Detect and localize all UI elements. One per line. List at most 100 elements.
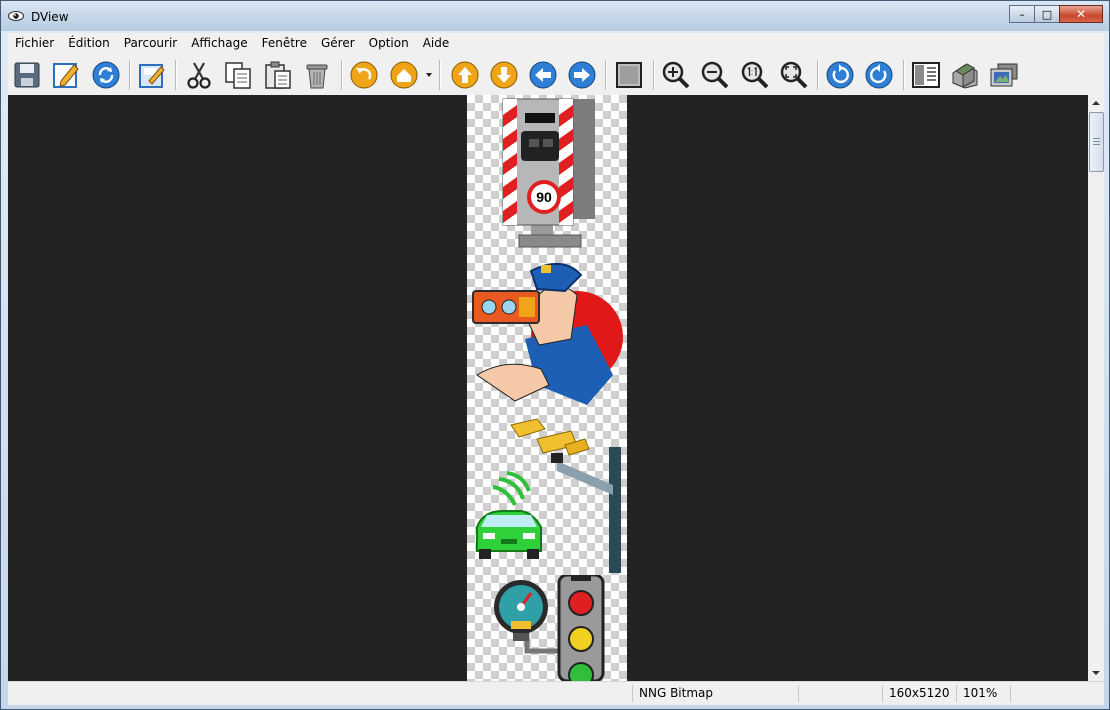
speedometer-traffic-light-image: [494, 575, 605, 681]
vertical-scrollbar[interactable]: [1088, 95, 1104, 681]
menu-bar: Fichier Édition Parcourir Affichage Fenê…: [8, 33, 1104, 54]
next-button[interactable]: [566, 59, 598, 91]
toolbar-separator: [175, 60, 177, 90]
status-spacer: [798, 685, 882, 702]
left-arrow-icon: [529, 61, 557, 89]
scroll-down-button[interactable]: [1088, 665, 1104, 681]
maximize-icon: □: [1041, 7, 1053, 21]
down-button[interactable]: [488, 59, 520, 91]
panel-button[interactable]: [910, 59, 942, 91]
rotate-right-button[interactable]: [863, 59, 895, 91]
window-controls: – □ ✕: [1009, 5, 1103, 23]
delete-button[interactable]: [301, 59, 333, 91]
toolbar-separator: [129, 60, 131, 90]
image-stack-icon: [952, 63, 978, 89]
minimize-button[interactable]: –: [1009, 5, 1035, 23]
scroll-up-icon: [1092, 101, 1100, 105]
grip-line: [1093, 138, 1100, 139]
menu-edition[interactable]: Édition: [61, 33, 117, 54]
menu-aide[interactable]: Aide: [416, 33, 457, 54]
fullscreen-button[interactable]: [613, 59, 645, 91]
copy-button[interactable]: [222, 59, 254, 91]
grip-line: [1093, 144, 1100, 145]
menu-affichage[interactable]: Affichage: [184, 33, 254, 54]
save-icon: [14, 62, 40, 88]
image-viewport[interactable]: 90: [8, 95, 1088, 681]
edit-button[interactable]: [50, 59, 82, 91]
status-zoom: 101%: [956, 685, 1010, 702]
maximize-button[interactable]: □: [1034, 5, 1060, 23]
status-dimensions: 160x5120: [882, 685, 956, 702]
app-window: DView – □ ✕ Fichier Édition Parcourir Af…: [0, 0, 1110, 710]
cut-button[interactable]: [183, 59, 215, 91]
stack-button[interactable]: [949, 59, 981, 91]
paste-button[interactable]: [262, 59, 294, 91]
status-bar: NNG Bitmap 160x5120 101%: [8, 681, 1104, 705]
down-arrow-icon: [490, 61, 518, 89]
home-icon: [390, 61, 418, 89]
image-canvas: 90: [467, 95, 627, 681]
zoom-fit-icon: [780, 61, 808, 89]
rotate-left-button[interactable]: [824, 59, 856, 91]
save-button[interactable]: [11, 59, 43, 91]
status-extra: [1010, 685, 1104, 702]
toolbar-separator: [817, 60, 819, 90]
menu-gerer[interactable]: Gérer: [314, 33, 362, 54]
rotate-right-icon: [865, 61, 893, 89]
right-arrow-icon: [568, 61, 596, 89]
slideshow-button[interactable]: [988, 59, 1020, 91]
paste-icon: [265, 61, 291, 89]
zoom-out-button[interactable]: [699, 59, 731, 91]
speed-camera-image: [502, 98, 595, 248]
zoom-actual-icon: [741, 61, 769, 89]
edit-icon: [53, 63, 79, 88]
zoom-actual-button[interactable]: [739, 59, 771, 91]
zoom-in-button[interactable]: [660, 59, 692, 91]
eye-icon: [8, 11, 24, 21]
police-officer-image: [472, 263, 623, 405]
traffic-camera-car-image: [476, 418, 621, 573]
window-title: DView: [31, 10, 69, 24]
zoom-in-icon: [662, 61, 690, 89]
panel-icon: [912, 62, 940, 88]
toolbar-separator: [439, 60, 441, 90]
menu-option[interactable]: Option: [362, 33, 416, 54]
trash-icon: [306, 64, 328, 89]
up-arrow-icon: [451, 61, 479, 89]
slideshow-icon: [990, 63, 1018, 87]
home-button[interactable]: [388, 59, 420, 91]
title-bar[interactable]: DView – □ ✕: [1, 1, 1109, 31]
cut-icon: [187, 62, 211, 89]
menu-fenetre[interactable]: Fenêtre: [255, 33, 314, 54]
zoom-out-icon: [701, 61, 729, 89]
speed-limit-label: 90: [536, 189, 552, 205]
toolbar-separator: [903, 60, 905, 90]
toolbar: [8, 54, 1104, 95]
up-button[interactable]: [449, 59, 481, 91]
undo-icon: [350, 61, 378, 89]
scroll-down-icon: [1092, 671, 1100, 675]
copy-icon: [225, 62, 251, 89]
fullscreen-icon: [616, 62, 642, 88]
menu-fichier[interactable]: Fichier: [8, 33, 61, 54]
scroll-thumb[interactable]: [1089, 112, 1104, 172]
refresh-icon: [92, 61, 120, 89]
menu-parcourir[interactable]: Parcourir: [117, 33, 184, 54]
undo-button[interactable]: [348, 59, 380, 91]
close-button[interactable]: ✕: [1059, 5, 1103, 23]
toolbar-separator: [605, 60, 607, 90]
refresh-button[interactable]: [90, 59, 122, 91]
save-edit-icon: [139, 64, 165, 88]
rotate-left-icon: [826, 61, 854, 89]
status-format: NNG Bitmap: [632, 685, 798, 702]
save-edit-button[interactable]: [136, 59, 168, 91]
minimize-icon: –: [1019, 7, 1025, 21]
grip-line: [1093, 141, 1100, 142]
toolbar-separator: [653, 60, 655, 90]
chevron-down-icon[interactable]: [425, 71, 433, 79]
zoom-fit-button[interactable]: [778, 59, 810, 91]
toolbar-separator: [341, 60, 343, 90]
previous-button[interactable]: [527, 59, 559, 91]
scroll-up-button[interactable]: [1088, 95, 1104, 111]
close-icon: ✕: [1075, 7, 1087, 21]
